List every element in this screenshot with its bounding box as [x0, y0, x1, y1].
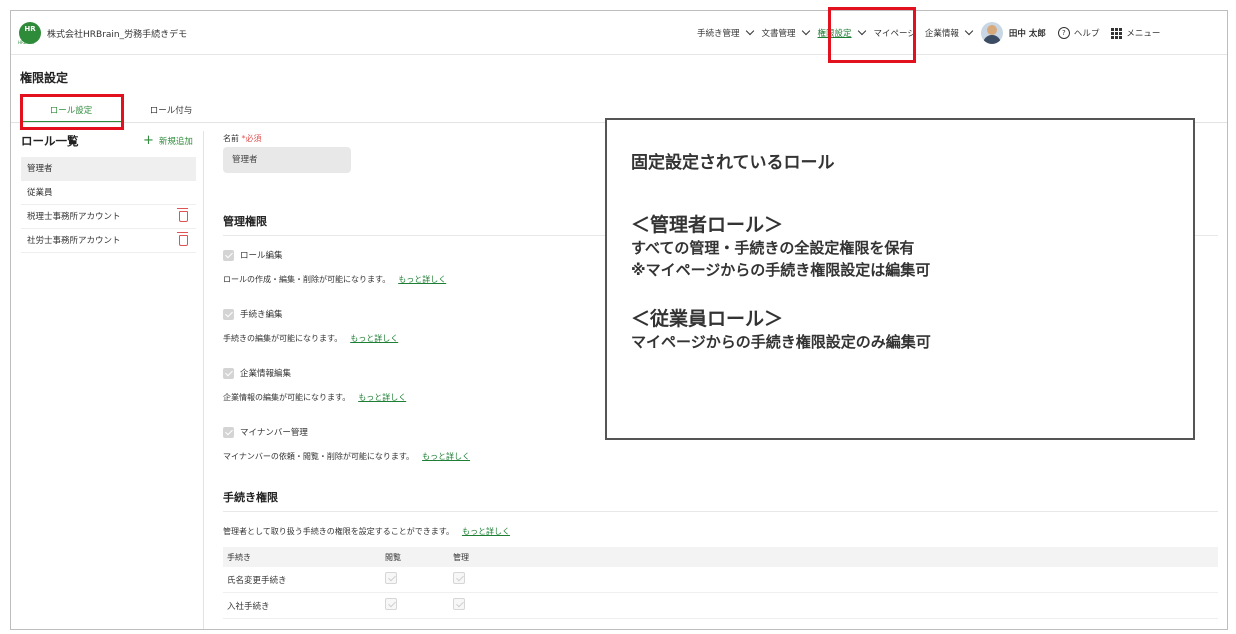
user-name: 田中 太郎	[1008, 29, 1046, 39]
highlight-box-permissions-nav	[828, 7, 916, 63]
procedure-permissions-desc: 管理者として取り扱う手続きの権限を設定することができます。 もっと詳しく	[223, 527, 510, 536]
learn-more-link[interactable]: もっと詳しく	[350, 334, 398, 343]
manage-checkbox[interactable]	[453, 598, 465, 610]
table-header: 手続き 閲覧 管理	[223, 547, 1218, 567]
role-name-field[interactable]: 管理者	[223, 147, 351, 173]
learn-more-link[interactable]: もっと詳しく	[422, 452, 470, 461]
user-menu[interactable]: 田中 太郎	[980, 22, 1046, 44]
role-list-heading: ロール一覧	[21, 134, 79, 148]
plus-icon: +	[143, 133, 154, 148]
chevron-down-icon	[745, 26, 754, 36]
view-checkbox[interactable]	[385, 572, 397, 584]
tab-role-assignment[interactable]: ロール付与	[121, 101, 221, 123]
annotation-callout: 固定設定されているロール ＜管理者ロール＞ すべての管理・手続きの全設定権限を保…	[605, 118, 1195, 440]
annotation-employee-line1: マイページからの手続き権限設定のみ編集可	[631, 333, 931, 351]
perm-role-edit-desc: ロールの作成・編集・削除が可能になります。 もっと詳しく	[223, 275, 447, 284]
learn-more-link[interactable]: もっと詳しく	[358, 393, 406, 402]
perm-mynumber-desc: マイナンバーの依頼・閲覧・削除が可能になります。 もっと詳しく	[223, 452, 471, 461]
role-list: 管理者 従業員 税理士事務所アカウント 社労士事務所アカウント	[21, 157, 196, 253]
nav-company-info[interactable]: 企業情報	[925, 26, 974, 39]
highlight-box-role-tab	[20, 94, 124, 130]
annotation-title: 固定設定されているロール	[631, 153, 835, 173]
table-row: 入社手続き	[223, 593, 1218, 619]
name-label: 名前 *必須	[223, 134, 262, 143]
trash-icon[interactable]	[177, 232, 188, 246]
page-title: 権限設定	[20, 71, 69, 85]
table-row: 氏名変更手続き	[223, 567, 1218, 593]
role-item-employee[interactable]: 従業員	[21, 181, 196, 205]
procedure-permission-table: 手続き 閲覧 管理 氏名変更手続き 入社手続き	[223, 547, 1218, 619]
role-item-tax-office[interactable]: 税理士事務所アカウント	[21, 205, 196, 229]
company-name: 株式会社HRBrain_労務手続きデモ	[47, 30, 188, 40]
help-icon: ?	[1057, 27, 1070, 39]
annotation-employee-heading: ＜従業員ロール＞	[631, 308, 784, 330]
nav-documents[interactable]: 文書管理	[762, 26, 810, 39]
top-navigation-bar: HR HRBrain 株式会社HRBrain_労務手続きデモ 手続き管理 文書管…	[11, 11, 1227, 55]
learn-more-link[interactable]: もっと詳しく	[462, 527, 510, 536]
annotation-admin-line2: ※マイページからの手続き権限設定は編集可	[631, 261, 931, 279]
perm-company-edit-checkbox[interactable]: 企業情報編集	[223, 367, 291, 379]
role-item-labor-office[interactable]: 社労士事務所アカウント	[21, 229, 196, 253]
annotation-admin-line1: すべての管理・手続きの全設定権限を保有	[631, 239, 915, 257]
checkbox-checked-icon	[223, 367, 234, 379]
help-link[interactable]: ? ヘルプ	[1057, 27, 1099, 39]
role-item-admin[interactable]: 管理者	[21, 157, 196, 181]
perm-role-edit-checkbox[interactable]: ロール編集	[223, 249, 283, 261]
add-role-button[interactable]: + 新規追加	[143, 133, 193, 148]
learn-more-link[interactable]: もっと詳しく	[398, 275, 446, 284]
perm-mynumber-checkbox[interactable]: マイナンバー管理	[223, 426, 308, 438]
chevron-down-icon	[964, 26, 974, 36]
panel-divider	[203, 131, 204, 629]
section-divider	[223, 511, 1218, 512]
admin-permissions-title: 管理権限	[223, 215, 267, 228]
required-mark: *必須	[241, 134, 262, 143]
logo-subtext: HRBrain	[18, 40, 35, 45]
perm-procedure-edit-desc: 手続きの編集が可能になります。 もっと詳しく	[223, 334, 399, 343]
trash-icon[interactable]	[177, 208, 188, 222]
checkbox-checked-icon	[223, 426, 234, 438]
perm-procedure-edit-checkbox[interactable]: 手続き編集	[223, 308, 283, 320]
manage-checkbox[interactable]	[453, 572, 465, 584]
checkbox-checked-icon	[223, 249, 234, 261]
chevron-down-icon	[801, 26, 810, 36]
view-checkbox[interactable]	[385, 598, 397, 610]
grid-menu-icon	[1111, 27, 1123, 39]
app-menu-button[interactable]: メニュー	[1111, 27, 1160, 39]
annotation-admin-heading: ＜管理者ロール＞	[631, 214, 784, 236]
main-nav: 手続き管理 文書管理 権限設定 マイページ 企業情報 田中 太郎 ? ヘルプ メ…	[697, 11, 1160, 55]
checkbox-checked-icon	[223, 308, 234, 320]
nav-procedures[interactable]: 手続き管理	[697, 26, 754, 39]
role-list-panel: ロール一覧 + 新規追加 管理者 従業員 税理士事務所アカウント 社労士事務所ア…	[21, 131, 196, 629]
procedure-permissions-title: 手続き権限	[223, 491, 278, 504]
avatar	[980, 22, 1003, 44]
perm-company-edit-desc: 企業情報の編集が可能になります。 もっと詳しく	[223, 393, 407, 402]
